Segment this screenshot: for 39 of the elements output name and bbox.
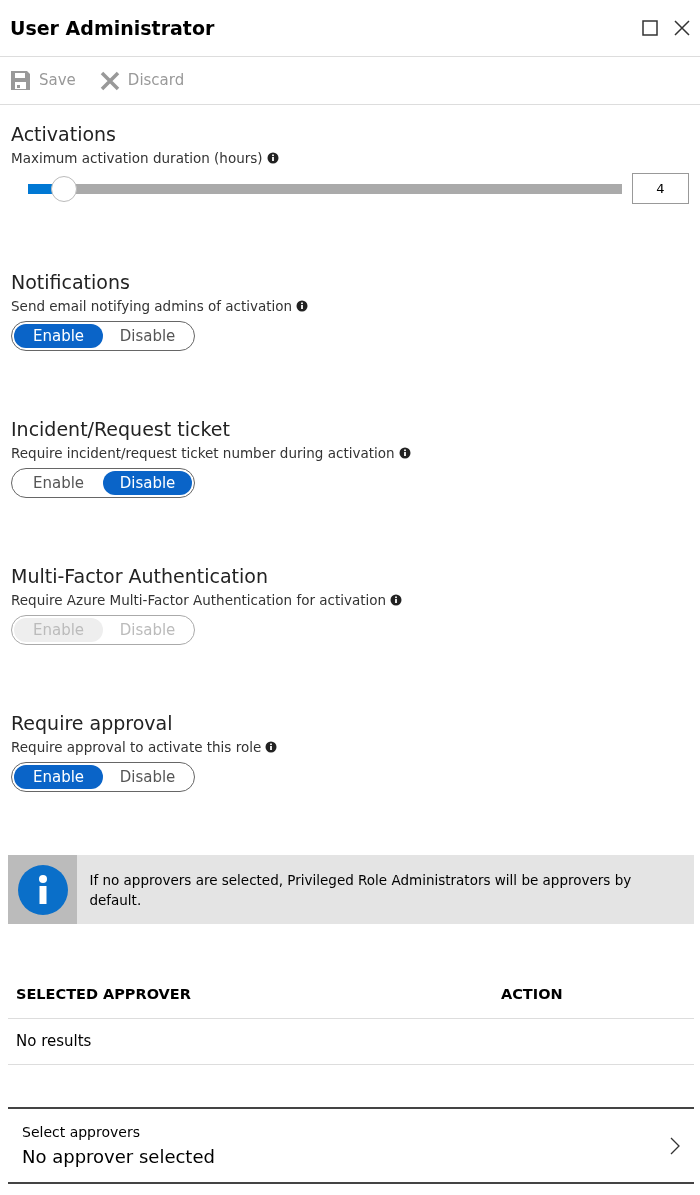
- field-label: Require incident/request ticket number during activation: [11, 444, 395, 463]
- maximize-button[interactable]: [642, 20, 658, 36]
- column-header: SELECTED APPROVER: [16, 984, 192, 1004]
- section-heading: Require approval: [11, 711, 174, 736]
- toggle-option[interactable]: Enable: [14, 471, 103, 495]
- value-field[interactable]: 4: [632, 173, 689, 204]
- info-text: If no approvers are selected, Privileged Role Administrators will be approvers by default.: [88, 870, 633, 910]
- info-icon: [398, 447, 411, 459]
- empty-message: No results: [16, 1031, 92, 1053]
- section-heading: Multi-Factor Authentication: [11, 564, 269, 589]
- save-icon: [10, 70, 31, 91]
- approver-picker[interactable]: Select approvers No approver selected: [8, 1107, 694, 1184]
- info-icon: [296, 300, 309, 312]
- window-title: User Administrator: [10, 15, 215, 41]
- column-header: ACTION: [501, 984, 563, 1004]
- toggle-option[interactable]: Disable: [103, 471, 192, 495]
- info-icon: [390, 594, 403, 606]
- section-heading: Notifications: [11, 270, 131, 295]
- section-heading: Activations: [11, 122, 118, 147]
- section-heading: Incident/Request ticket: [11, 417, 231, 442]
- picker-value: No approver selected: [22, 1144, 215, 1169]
- slider-thumb[interactable]: [50, 175, 77, 202]
- toggle-option[interactable]: Disable: [103, 324, 192, 348]
- field-label: Send email notifying admins of activation: [11, 297, 293, 316]
- maximize-icon: [642, 20, 658, 36]
- chevron-right-icon: [670, 1136, 680, 1155]
- info-icon: [265, 741, 278, 753]
- toggle-option[interactable]: Disable: [103, 765, 192, 789]
- close-icon: [99, 70, 120, 91]
- info-icon: [16, 863, 69, 916]
- field-label: Require approval to activate this role: [11, 738, 262, 757]
- field-label: Maximum activation duration (hours): [11, 149, 263, 168]
- toggle-option[interactable]: Enable: [14, 324, 103, 348]
- info-icon: [266, 152, 279, 164]
- picker-label: Select approvers: [22, 1122, 141, 1142]
- close-icon: [674, 20, 690, 36]
- close-button[interactable]: [674, 20, 690, 36]
- toggle-option[interactable]: Enable: [14, 765, 103, 789]
- field-label: Require Azure Multi-Factor Authentication for activation: [11, 591, 387, 610]
